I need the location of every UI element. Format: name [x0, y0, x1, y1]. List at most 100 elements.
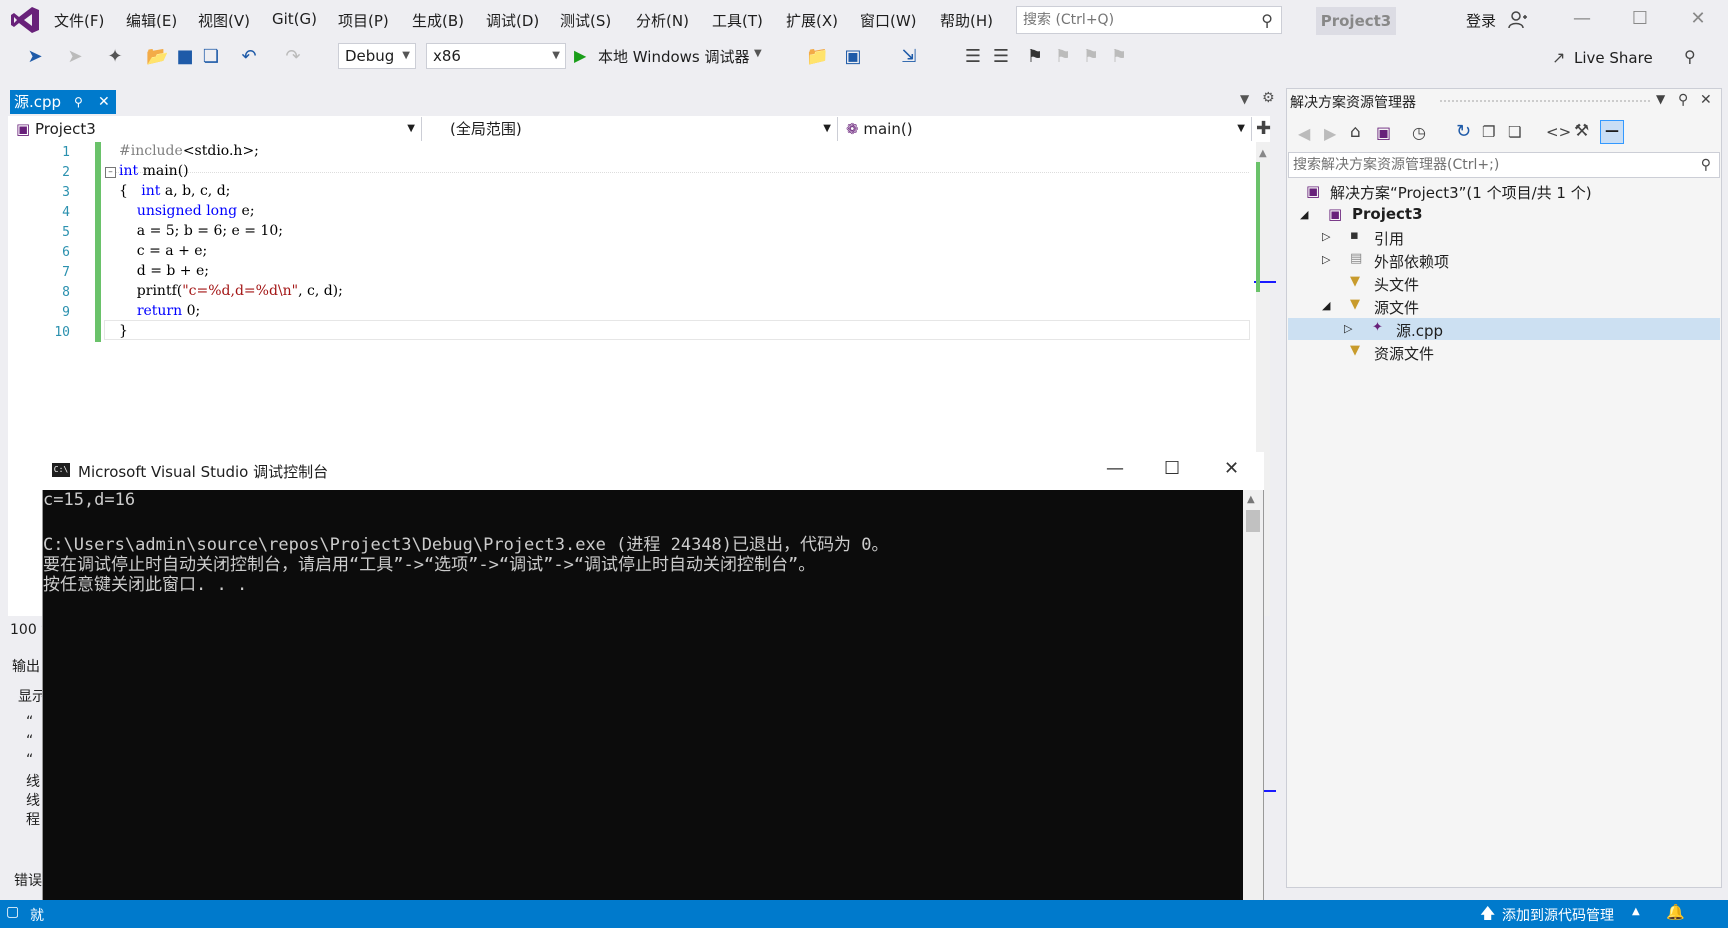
back-icon[interactable]: ◀: [1298, 124, 1310, 143]
scroll-up-icon[interactable]: ▲: [1247, 494, 1255, 505]
console-close-button[interactable]: ✕: [1224, 458, 1239, 479]
expand-arrow-icon[interactable]: ▷: [1322, 230, 1330, 243]
code-line[interactable]: #include<stdio.h>;: [119, 143, 259, 159]
project-dropdown[interactable]: ▣ Project3 ▼: [10, 117, 422, 141]
close-tab-icon[interactable]: ✕: [98, 90, 110, 114]
preview-selected-icon[interactable]: —: [1600, 120, 1624, 144]
live-share-button[interactable]: Live Share: [1574, 49, 1653, 67]
menu-item[interactable]: 帮助(H): [940, 10, 993, 31]
tree-item[interactable]: 资源文件: [1374, 343, 1434, 364]
console-scroll-thumb[interactable]: [1246, 510, 1260, 532]
tree-item[interactable]: 源文件: [1374, 297, 1419, 318]
undo-icon[interactable]: ↶: [238, 46, 260, 67]
redo-icon[interactable]: ↷: [282, 46, 304, 67]
indent-icon[interactable]: ☰: [962, 46, 984, 67]
save-all-icon[interactable]: ❏: [200, 46, 222, 67]
code-line[interactable]: return 0;: [119, 303, 200, 319]
scope-dropdown[interactable]: (全局范围) ▼: [424, 117, 838, 141]
switch-view-icon[interactable]: ▣: [1376, 123, 1391, 142]
menu-item[interactable]: 生成(B): [412, 10, 464, 31]
open-file-icon[interactable]: 📂: [146, 46, 168, 67]
tree-item[interactable]: 头文件: [1374, 274, 1419, 295]
live-share-icon[interactable]: ↗: [1552, 48, 1565, 67]
minimize-button[interactable]: —: [1562, 8, 1602, 34]
tree-project[interactable]: Project3: [1352, 205, 1423, 223]
clear-bookmarks-icon[interactable]: ⚑: [1108, 46, 1130, 67]
tree-item[interactable]: 源.cpp: [1396, 320, 1443, 341]
play-icon[interactable]: ▶: [574, 46, 586, 65]
feedback-icon[interactable]: ⚲: [1684, 47, 1696, 66]
collapse-all-icon[interactable]: ❐: [1482, 123, 1495, 141]
menu-item[interactable]: 工具(T): [712, 10, 763, 31]
next-bookmark-icon[interactable]: ⚑: [1080, 46, 1102, 67]
console-maximize-button[interactable]: ☐: [1164, 458, 1180, 479]
add-to-source-control-button[interactable]: 添加到源代码管理: [1502, 905, 1614, 925]
platform-select[interactable]: x86 ▼: [426, 43, 566, 69]
chevron-down-icon[interactable]: ▼: [754, 48, 762, 59]
split-editor-icon[interactable]: ✚: [1256, 118, 1271, 139]
refresh-icon[interactable]: ↻: [1456, 121, 1471, 142]
menu-item[interactable]: 视图(V): [198, 10, 250, 31]
menu-item[interactable]: 分析(N): [636, 10, 689, 31]
menu-item[interactable]: 调试(D): [486, 10, 539, 31]
tab-overflow-icon[interactable]: ▼: [1240, 92, 1249, 106]
login-link[interactable]: 登录: [1466, 10, 1496, 31]
tree-solution[interactable]: 解决方案“Project3”(1 个项目/共 1 个): [1330, 182, 1592, 203]
properties-icon[interactable]: ⚒: [1574, 121, 1589, 141]
menu-item[interactable]: Git(G): [272, 10, 317, 28]
menu-item[interactable]: 文件(F): [54, 10, 104, 31]
configuration-select[interactable]: Debug ▼: [338, 43, 416, 69]
menu-item[interactable]: 测试(S): [560, 10, 611, 31]
comment-icon[interactable]: ☰: [990, 46, 1012, 67]
menu-item[interactable]: 窗口(W): [860, 10, 917, 31]
menu-item[interactable]: 编辑(E): [126, 10, 177, 31]
console-scrollbar[interactable]: [1243, 490, 1263, 928]
code-line[interactable]: unsigned long e;: [119, 203, 255, 219]
home-icon[interactable]: ⌂: [1350, 122, 1361, 142]
chevron-up-icon[interactable]: ▲: [1632, 906, 1640, 917]
forward-icon[interactable]: ➤: [64, 46, 86, 67]
tree-item[interactable]: 引用: [1374, 228, 1404, 249]
panel-menu-icon[interactable]: ▼: [1656, 92, 1665, 106]
expand-arrow-icon[interactable]: ▷: [1344, 322, 1352, 335]
bookmark-icon[interactable]: ⚑: [1024, 46, 1046, 67]
code-line[interactable]: printf("c=%d,d=%d\n", c, d);: [119, 283, 343, 299]
new-project-icon[interactable]: ✦: [104, 46, 126, 67]
code-line[interactable]: { int a, b, c, d;: [119, 183, 230, 199]
member-dropdown[interactable]: ❁ main() ▼: [840, 117, 1252, 141]
code-line[interactable]: }: [119, 323, 128, 339]
code-line[interactable]: c = a + e;: [119, 243, 207, 259]
solution-search-box[interactable]: 搜索解决方案资源管理器(Ctrl+;) ⚲: [1288, 152, 1720, 178]
forward-icon[interactable]: ▶: [1324, 124, 1336, 143]
close-panel-icon[interactable]: ✕: [1700, 92, 1712, 108]
code-line[interactable]: d = b + e;: [119, 263, 209, 279]
show-all-files-icon[interactable]: ❏: [1508, 123, 1521, 141]
settings-icon[interactable]: ⚙: [1262, 90, 1275, 106]
menu-item[interactable]: 扩展(X): [786, 10, 838, 31]
code-line[interactable]: int main(): [119, 163, 189, 179]
expand-arrow-icon[interactable]: ◢: [1322, 299, 1330, 312]
prev-bookmark-icon[interactable]: ⚑: [1052, 46, 1074, 67]
notifications-icon[interactable]: 🔔: [1666, 903, 1685, 921]
menu-item[interactable]: 项目(P): [338, 10, 389, 31]
close-button[interactable]: ✕: [1678, 8, 1718, 34]
maximize-button[interactable]: ☐: [1620, 8, 1660, 34]
code-line[interactable]: a = 5; b = 6; e = 10;: [119, 223, 283, 239]
collapse-icon[interactable]: –: [105, 167, 116, 178]
view-code-icon[interactable]: <>: [1546, 123, 1571, 141]
start-debugging-button[interactable]: 本地 Windows 调试器: [598, 46, 750, 67]
search-input[interactable]: [1021, 7, 1255, 33]
step-icon[interactable]: ⇲: [898, 46, 920, 67]
save-icon[interactable]: ■: [174, 46, 196, 67]
account-icon[interactable]: [1508, 10, 1528, 30]
window-icon[interactable]: ▣: [842, 46, 864, 67]
pending-changes-icon[interactable]: ◷: [1412, 123, 1426, 142]
back-icon[interactable]: ➤: [24, 46, 46, 67]
pin-icon[interactable]: ⚲: [1678, 92, 1688, 108]
scroll-up-icon[interactable]: ▲: [1259, 148, 1267, 159]
tree-item[interactable]: 外部依赖项: [1374, 251, 1449, 272]
pin-icon[interactable]: ⚲: [74, 90, 83, 114]
expand-arrow-icon[interactable]: ◢: [1300, 208, 1308, 221]
tab-source-cpp[interactable]: 源.cpp ⚲ ✕: [10, 90, 116, 114]
global-search[interactable]: ⚲: [1016, 6, 1282, 34]
